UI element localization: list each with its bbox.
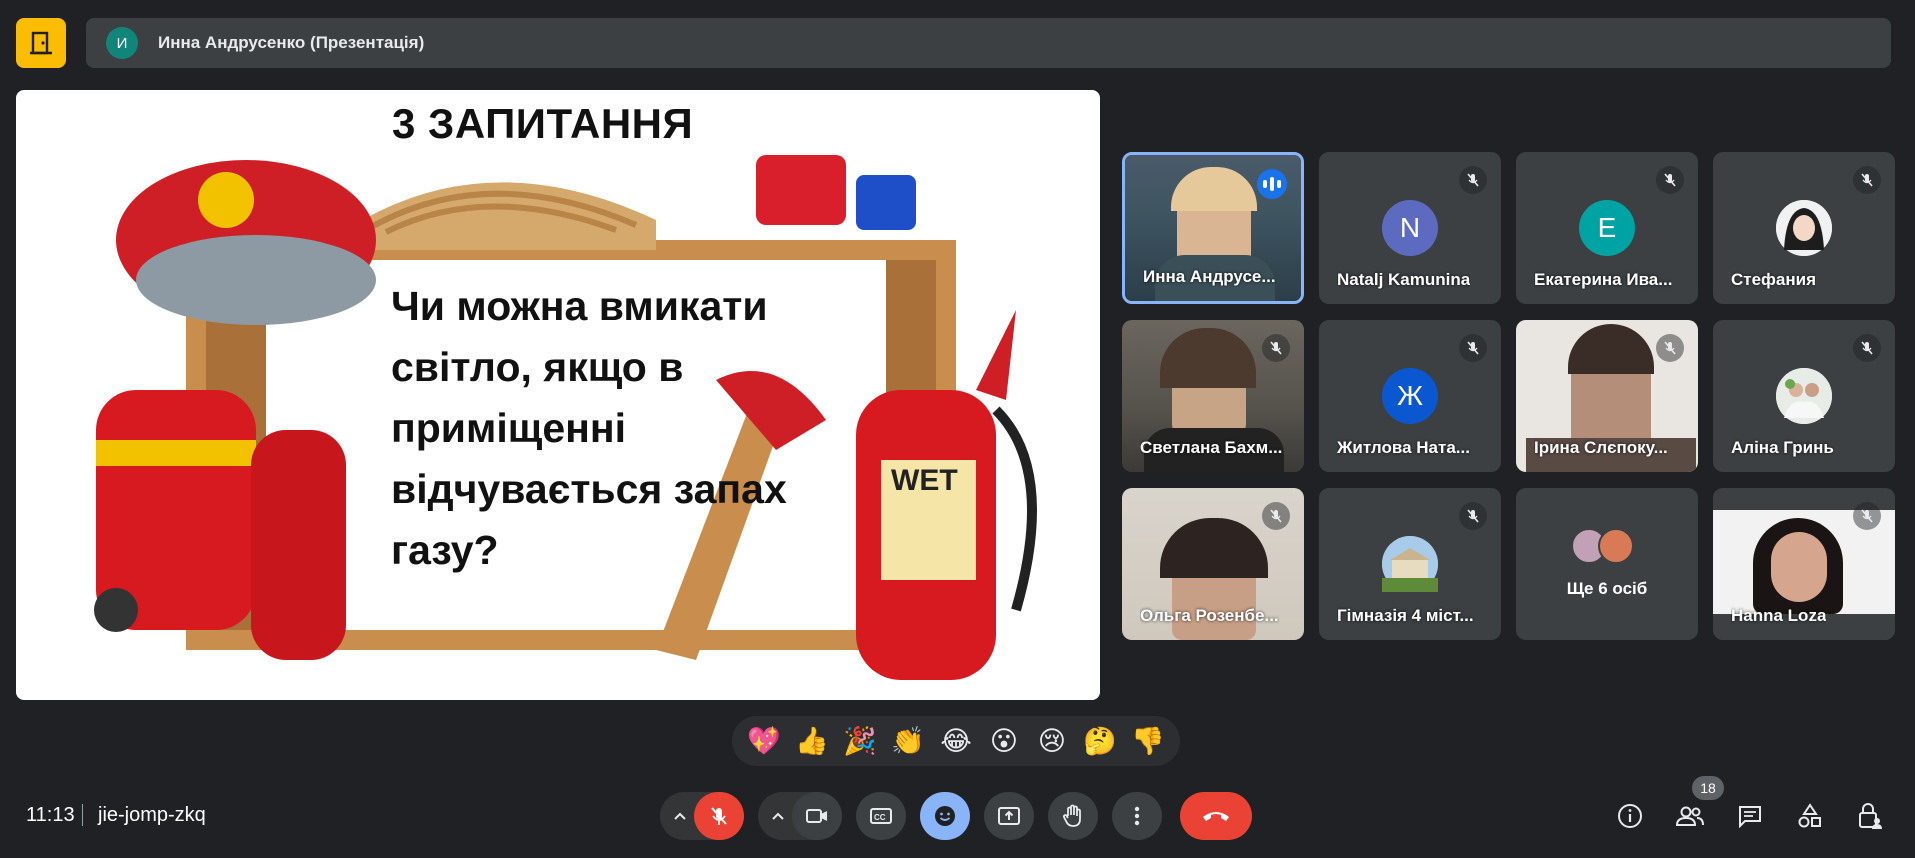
chat-icon bbox=[1739, 806, 1761, 828]
mic-off-icon bbox=[1656, 166, 1684, 194]
reaction-thumbs-down[interactable]: 👎 bbox=[1126, 725, 1170, 757]
microphone-toggle-button[interactable] bbox=[694, 792, 744, 840]
people-button[interactable] bbox=[1674, 800, 1706, 832]
more-options-button[interactable] bbox=[1112, 792, 1162, 840]
participant-tile[interactable]: Стефания bbox=[1713, 152, 1895, 304]
chevron-up-icon bbox=[772, 812, 784, 820]
reaction-thinking[interactable]: 🤔 bbox=[1078, 725, 1122, 757]
camera-toggle-button[interactable] bbox=[792, 792, 842, 840]
phone-hangup-icon bbox=[1203, 812, 1229, 821]
info-icon bbox=[1618, 804, 1642, 828]
participant-name: Аліна Гринь bbox=[1731, 438, 1834, 457]
mic-off-icon bbox=[1459, 502, 1487, 530]
slide-heading: 3 ЗАПИТАННЯ bbox=[392, 100, 694, 147]
mic-off-icon bbox=[1262, 334, 1290, 362]
participant-tile[interactable]: Ольга Розенбе... bbox=[1122, 488, 1304, 640]
avatar bbox=[1776, 200, 1832, 256]
presenter-title: Инна Андрусенко (Презентація) bbox=[158, 33, 425, 52]
door-icon bbox=[30, 31, 52, 55]
host-controls-button[interactable] bbox=[1854, 800, 1886, 832]
more-vert-icon bbox=[1134, 806, 1140, 826]
smiley-icon bbox=[935, 806, 955, 826]
participant-name: Ольга Розенбе... bbox=[1140, 606, 1279, 625]
participant-tile[interactable]: Ж Житлова Ната... bbox=[1319, 320, 1501, 472]
participant-tile[interactable]: N Natalj Kamunina bbox=[1319, 152, 1501, 304]
logo-button[interactable] bbox=[16, 18, 66, 68]
closed-captions-icon: CC bbox=[870, 808, 892, 824]
participant-name: Hanna Loza bbox=[1731, 606, 1827, 625]
participant-tile[interactable]: Е Екатерина Ива... bbox=[1516, 152, 1698, 304]
leave-call-button[interactable] bbox=[1180, 792, 1252, 840]
captions-button[interactable]: CC bbox=[856, 792, 906, 840]
participant-name: Стефания bbox=[1731, 270, 1817, 289]
participant-name: Житлова Ната... bbox=[1337, 438, 1470, 457]
speaking-indicator-icon bbox=[1257, 169, 1287, 199]
hand-icon bbox=[1063, 804, 1081, 827]
mic-off-icon bbox=[1459, 166, 1487, 194]
people-icon bbox=[1675, 806, 1704, 826]
reaction-heart[interactable]: 💖 bbox=[742, 725, 786, 757]
activities-button[interactable] bbox=[1794, 800, 1826, 832]
participant-tile[interactable]: Инна Андрусе... bbox=[1122, 152, 1304, 304]
chevron-up-icon bbox=[674, 812, 686, 820]
shapes-icon bbox=[1798, 803, 1821, 828]
people-count-badge: 18 bbox=[1692, 776, 1724, 800]
reaction-thumbs-up[interactable]: 👍 bbox=[790, 725, 834, 757]
mic-off-icon bbox=[711, 807, 727, 825]
avatar bbox=[1776, 368, 1832, 424]
mic-off-icon bbox=[1262, 502, 1290, 530]
mic-off-icon bbox=[1853, 334, 1881, 362]
participant-tile[interactable]: Аліна Гринь bbox=[1713, 320, 1895, 472]
mic-off-icon bbox=[1853, 166, 1881, 194]
reactions-bar: 💖 👍 🎉 👏 😂 😮 😢 🤔 👎 bbox=[732, 716, 1180, 766]
participant-name: Гімназія 4 міст... bbox=[1337, 606, 1474, 625]
present-screen-button[interactable] bbox=[984, 792, 1034, 840]
sign-text: WET bbox=[891, 464, 958, 497]
svg-text:CC: CC bbox=[874, 813, 886, 822]
present-screen-icon bbox=[998, 807, 1020, 825]
avatar: N bbox=[1382, 200, 1438, 256]
reactions-button[interactable] bbox=[920, 792, 970, 840]
avatar: Е bbox=[1579, 200, 1635, 256]
participant-name: Светлана Бахм... bbox=[1140, 438, 1283, 457]
reaction-surprised[interactable]: 😮 bbox=[982, 726, 1026, 757]
participant-tile[interactable]: Гімназія 4 міст... bbox=[1319, 488, 1501, 640]
more-participants-tile[interactable]: Ще 6 осіб bbox=[1516, 488, 1698, 640]
divider bbox=[82, 804, 83, 826]
participant-name: Natalj Kamunina bbox=[1337, 270, 1471, 289]
meeting-code[interactable]: jie-jomp-zkq bbox=[98, 804, 206, 827]
participant-tile[interactable]: Hanna Loza bbox=[1713, 488, 1895, 640]
reaction-sad[interactable]: 😢 bbox=[1030, 726, 1074, 757]
participant-name: Ірина Слєпоку... bbox=[1534, 438, 1668, 457]
presenter-avatar: И bbox=[106, 27, 138, 59]
more-participants-label: Ще 6 осіб bbox=[1566, 579, 1648, 598]
video-camera-icon bbox=[806, 809, 827, 823]
chat-button[interactable] bbox=[1734, 800, 1766, 832]
presenter-bar: И Инна Андрусенко (Презентація) bbox=[86, 18, 1891, 68]
meeting-time: 11:13 bbox=[26, 804, 75, 826]
avatar bbox=[1598, 528, 1634, 564]
participant-name: Инна Андрусе... bbox=[1143, 267, 1276, 286]
mic-off-icon bbox=[1656, 334, 1684, 362]
presentation-slide: WET 3 ЗАПИТАННЯ Чи можна вмикати світло,… bbox=[16, 90, 1100, 700]
reaction-party[interactable]: 🎉 bbox=[838, 725, 882, 757]
meeting-details-button[interactable] bbox=[1614, 800, 1646, 832]
avatar: Ж bbox=[1382, 368, 1438, 424]
video-options-button[interactable] bbox=[762, 792, 794, 840]
raise-hand-button[interactable] bbox=[1048, 792, 1098, 840]
lock-person-icon bbox=[1859, 803, 1882, 829]
reaction-laugh[interactable]: 😂 bbox=[934, 726, 978, 757]
mic-off-icon bbox=[1459, 334, 1487, 362]
participant-tile[interactable]: Ірина Слєпоку... bbox=[1516, 320, 1698, 472]
participant-tile[interactable]: Светлана Бахм... bbox=[1122, 320, 1304, 472]
audio-options-button[interactable] bbox=[664, 792, 696, 840]
mic-off-icon bbox=[1853, 502, 1881, 530]
reaction-clap[interactable]: 👏 bbox=[886, 725, 930, 757]
avatar bbox=[1382, 536, 1438, 592]
slide-question: Чи можна вмикати світло, якщо в приміщен… bbox=[391, 283, 787, 573]
participant-name: Екатерина Ива... bbox=[1534, 270, 1673, 289]
